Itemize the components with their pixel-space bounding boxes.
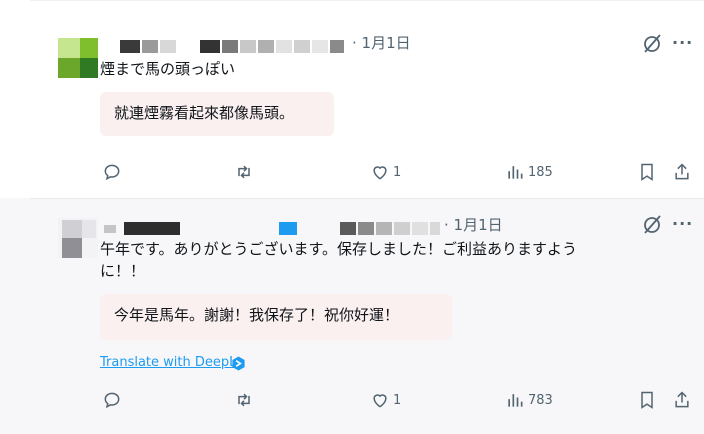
more-icon[interactable]: ···: [672, 216, 693, 232]
post-text: 煙まで馬の頭っぽい: [100, 60, 236, 78]
post-text: 午年です。ありがとうございます。保存しました！ご利益ありますよう に！！: [100, 238, 680, 282]
deepl-icon[interactable]: [231, 356, 246, 371]
redacted-username: [104, 220, 444, 235]
post-2[interactable]: · 1月1日 ··· 午年です。ありがとうございます。保存しました！ご利益ありま…: [0, 198, 704, 434]
bookmark-icon: [641, 163, 653, 181]
divider: [30, 198, 704, 199]
bookmark-button[interactable]: [637, 162, 657, 182]
views-button[interactable]: 185: [505, 162, 553, 182]
redacted-username: [120, 38, 350, 53]
bookmark-button[interactable]: [637, 390, 657, 410]
post-date[interactable]: · 1月1日: [352, 32, 411, 53]
divider: [30, 0, 704, 1]
translate-with-deepl-link[interactable]: Translate with DeepL: [100, 355, 236, 370]
like-count: 1: [393, 392, 402, 408]
like-icon: [373, 394, 387, 408]
bookmark-icon: [641, 391, 653, 409]
reply-button[interactable]: [102, 162, 125, 182]
repost-icon: [238, 165, 250, 179]
views-icon: [508, 394, 523, 407]
repost-button[interactable]: [234, 162, 257, 182]
reply-button[interactable]: [102, 390, 125, 410]
translation-box: 今年是馬年。謝謝！我保存了！祝你好運！: [100, 294, 452, 340]
share-button[interactable]: [672, 390, 692, 410]
like-button[interactable]: 1: [370, 162, 401, 182]
view-count: 185: [528, 164, 553, 180]
share-icon: [675, 163, 689, 180]
post-1[interactable]: · 1月1日 ··· 煙まで馬の頭っぽい 就連煙霧看起來都像馬頭。 1 185: [0, 0, 704, 198]
avatar[interactable]: [58, 38, 98, 78]
share-icon: [675, 391, 689, 408]
reply-icon: [104, 164, 120, 181]
translate-status-icon[interactable]: [641, 213, 663, 235]
translate-status-icon[interactable]: [641, 32, 663, 54]
post-text-line: に！！: [100, 262, 146, 280]
like-button[interactable]: 1: [370, 390, 401, 410]
translation-box: 就連煙霧看起來都像馬頭。: [100, 92, 334, 136]
post-date[interactable]: · 1月1日: [444, 214, 503, 235]
avatar[interactable]: [58, 218, 98, 258]
views-button[interactable]: 783: [505, 390, 553, 410]
views-icon: [508, 166, 523, 179]
more-icon[interactable]: ···: [672, 35, 693, 51]
post-text-line: 午年です。ありがとうございます。保存しました！ご利益ありますよう: [100, 240, 578, 258]
repost-button[interactable]: [234, 390, 257, 410]
view-count: 783: [528, 392, 553, 408]
like-icon: [373, 166, 387, 180]
reply-icon: [104, 392, 120, 409]
like-count: 1: [393, 164, 402, 180]
share-button[interactable]: [672, 162, 692, 182]
repost-icon: [238, 393, 250, 407]
